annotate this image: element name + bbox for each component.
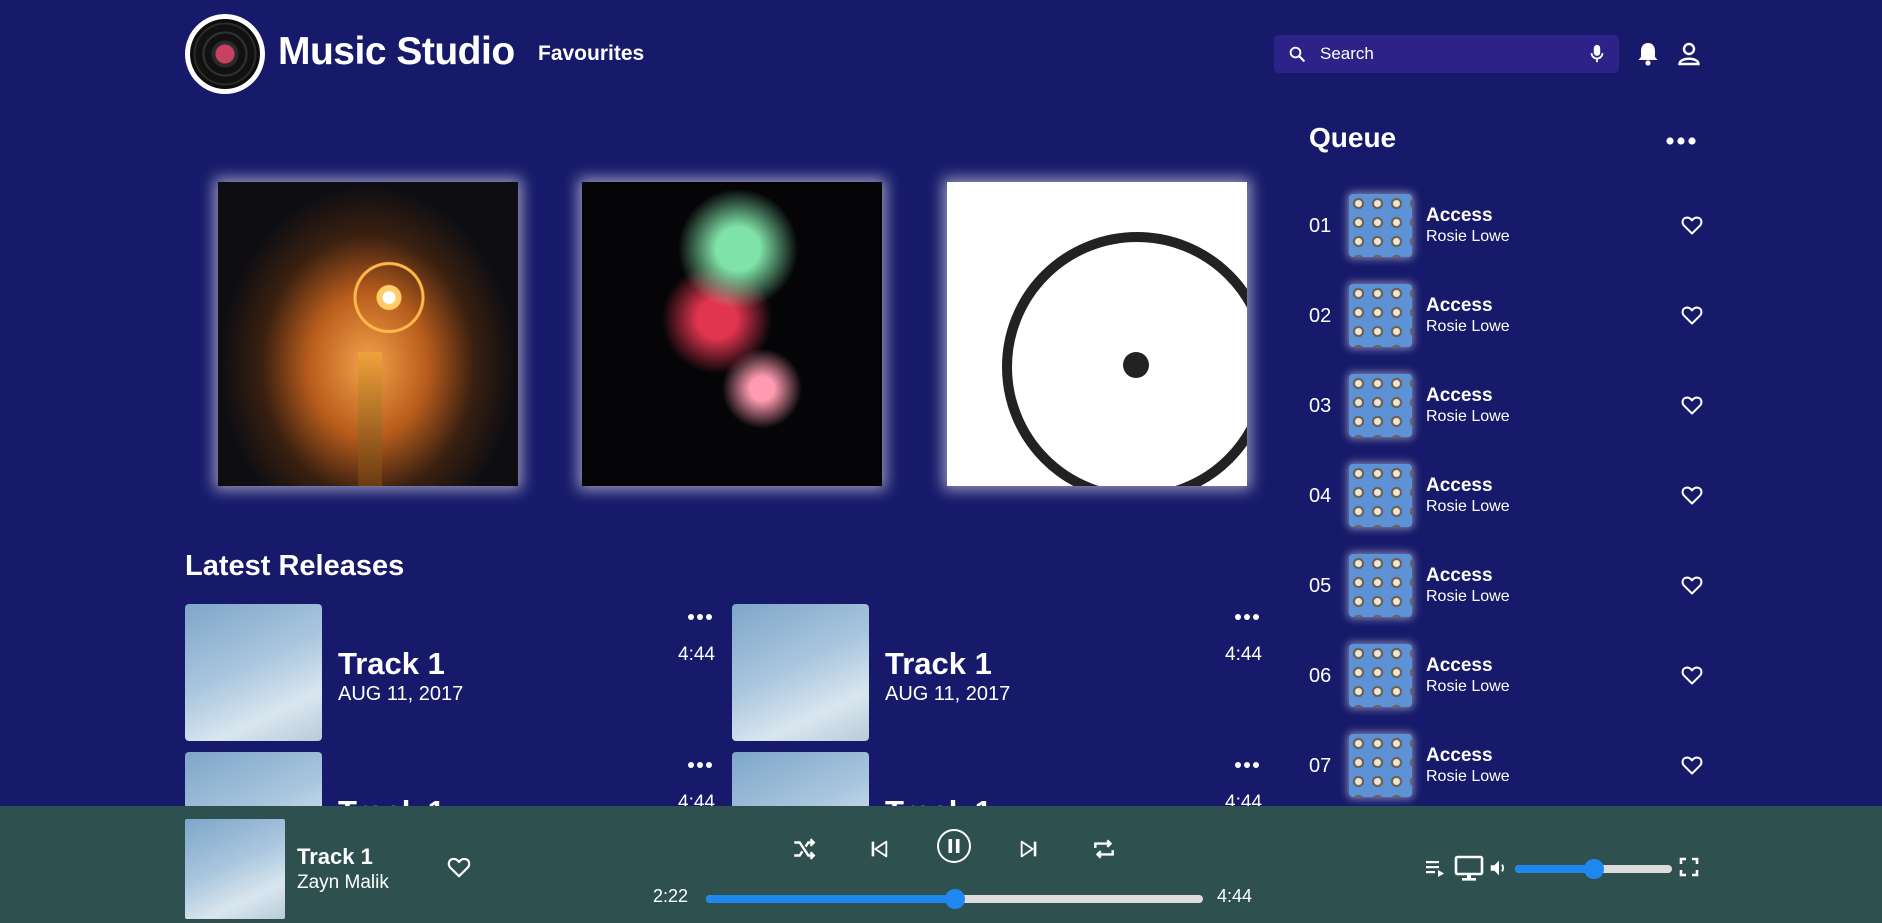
queue-item-thumbnail — [1349, 644, 1412, 707]
more-icon[interactable] — [685, 758, 715, 772]
queue-item-number: 03 — [1309, 395, 1332, 417]
queue-item-artist: Rosie Lowe — [1426, 318, 1510, 335]
bell-icon[interactable] — [1635, 40, 1661, 68]
featured-art-ferris-wheel[interactable] — [947, 182, 1247, 486]
app-logo[interactable] — [185, 14, 265, 94]
release-date: AUG 11, 2017 — [885, 683, 1011, 705]
volume-fill — [1515, 865, 1594, 873]
queue-item-title: Access — [1426, 655, 1493, 676]
pause-icon[interactable] — [936, 828, 972, 864]
heart-icon[interactable] — [1680, 753, 1704, 777]
queue-list-icon[interactable] — [1424, 856, 1448, 880]
queue-item[interactable]: 04 Access Rosie Lowe — [1300, 461, 1710, 531]
release-thumbnail — [185, 604, 322, 741]
queue-item-number: 05 — [1309, 575, 1332, 597]
latest-releases-title: Latest Releases — [185, 550, 405, 582]
queue-item-thumbnail — [1349, 464, 1412, 527]
release-title: Track 1 — [885, 646, 992, 681]
heart-icon[interactable] — [1680, 663, 1704, 687]
more-icon[interactable] — [1232, 758, 1262, 772]
progress-knob[interactable] — [944, 889, 965, 909]
queue-item[interactable]: 05 Access Rosie Lowe — [1300, 551, 1710, 621]
current-time: 2:22 — [653, 886, 689, 906]
queue-item-thumbnail — [1349, 284, 1412, 347]
queue-item-title: Access — [1426, 745, 1493, 766]
queue-item[interactable]: 07 Access Rosie Lowe — [1300, 731, 1710, 801]
queue-item-artist: Rosie Lowe — [1426, 768, 1510, 785]
queue-item-number: 04 — [1309, 485, 1332, 507]
release-title: Track 1 — [338, 646, 445, 681]
release-duration: 4:44 — [1225, 644, 1262, 665]
now-playing-title[interactable]: Track 1 — [297, 844, 373, 870]
heart-icon[interactable] — [1680, 213, 1704, 237]
previous-icon[interactable] — [862, 832, 896, 866]
release-thumbnail — [732, 604, 869, 741]
queue-title: Queue — [1309, 122, 1397, 153]
volume-slider[interactable] — [1515, 859, 1672, 879]
now-playing-artist[interactable]: Zayn Malik — [297, 872, 389, 894]
header: Music Studio Favourites — [0, 0, 1882, 108]
release-card[interactable]: Track 1 AUG 11, 2017 4:44 — [732, 604, 1262, 741]
volume-icon[interactable] — [1487, 856, 1511, 880]
release-date: AUG 11, 2017 — [338, 683, 464, 705]
total-time: 4:44 — [1217, 886, 1253, 906]
queue-item-artist: Rosie Lowe — [1426, 228, 1510, 245]
queue-item-artist: Rosie Lowe — [1426, 408, 1510, 425]
progress-fill — [706, 895, 955, 903]
search-input[interactable] — [1320, 44, 1589, 64]
release-duration: 4:44 — [678, 644, 715, 665]
progress-bar[interactable] — [706, 889, 1203, 909]
heart-icon[interactable] — [1680, 483, 1704, 507]
more-icon[interactable] — [1232, 610, 1262, 624]
next-icon[interactable] — [1012, 832, 1046, 866]
app-title[interactable]: Music Studio — [278, 30, 515, 74]
queue-item[interactable]: 02 Access Rosie Lowe — [1300, 281, 1710, 351]
queue-item-number: 01 — [1309, 215, 1332, 237]
featured-art-steel-wool[interactable] — [218, 182, 518, 486]
featured-art-fireworks[interactable] — [582, 182, 882, 486]
queue-item-artist: Rosie Lowe — [1426, 588, 1510, 605]
repeat-icon[interactable] — [1087, 832, 1121, 866]
queue-item-thumbnail — [1349, 374, 1412, 437]
volume-knob[interactable] — [1583, 859, 1604, 879]
queue-item[interactable]: 03 Access Rosie Lowe — [1300, 371, 1710, 441]
queue-item-artist: Rosie Lowe — [1426, 678, 1510, 695]
heart-icon[interactable] — [1680, 393, 1704, 417]
heart-icon[interactable] — [1680, 303, 1704, 327]
queue-item[interactable]: 06 Access Rosie Lowe — [1300, 641, 1710, 711]
player-bar: Track 1 Zayn Malik 2:22 4:44 — [0, 806, 1882, 923]
more-icon[interactable] — [685, 610, 715, 624]
nav-favourites-link[interactable]: Favourites — [538, 42, 644, 66]
queue-item-thumbnail — [1349, 734, 1412, 797]
mic-icon[interactable] — [1589, 44, 1605, 64]
queue-item-artist: Rosie Lowe — [1426, 498, 1510, 515]
queue-item[interactable]: 01 Access Rosie Lowe — [1300, 191, 1710, 261]
release-card[interactable]: Track 1 AUG 11, 2017 4:44 — [185, 604, 715, 741]
ferris-wheel-hub — [1123, 352, 1149, 378]
heart-icon[interactable] — [1680, 573, 1704, 597]
queue-item-title: Access — [1426, 205, 1493, 226]
queue-item-thumbnail — [1349, 554, 1412, 617]
queue-item-number: 07 — [1309, 755, 1332, 777]
queue-item-title: Access — [1426, 475, 1493, 496]
search-icon[interactable] — [1288, 45, 1306, 63]
now-playing-thumbnail[interactable] — [185, 819, 285, 919]
queue-item-title: Access — [1426, 565, 1493, 586]
queue-item-number: 02 — [1309, 305, 1332, 327]
shuffle-icon[interactable] — [787, 832, 821, 866]
queue-item-number: 06 — [1309, 665, 1332, 687]
queue-more-icon[interactable] — [1664, 132, 1698, 150]
queue-item-title: Access — [1426, 295, 1493, 316]
search-bar[interactable] — [1274, 35, 1619, 73]
queue-item-title: Access — [1426, 385, 1493, 406]
monitor-icon[interactable] — [1454, 854, 1484, 882]
user-icon[interactable] — [1676, 40, 1702, 68]
heart-icon[interactable] — [446, 854, 472, 880]
queue-item-thumbnail — [1349, 194, 1412, 257]
fullscreen-icon[interactable] — [1678, 856, 1700, 878]
vinyl-disc-icon — [190, 19, 260, 89]
